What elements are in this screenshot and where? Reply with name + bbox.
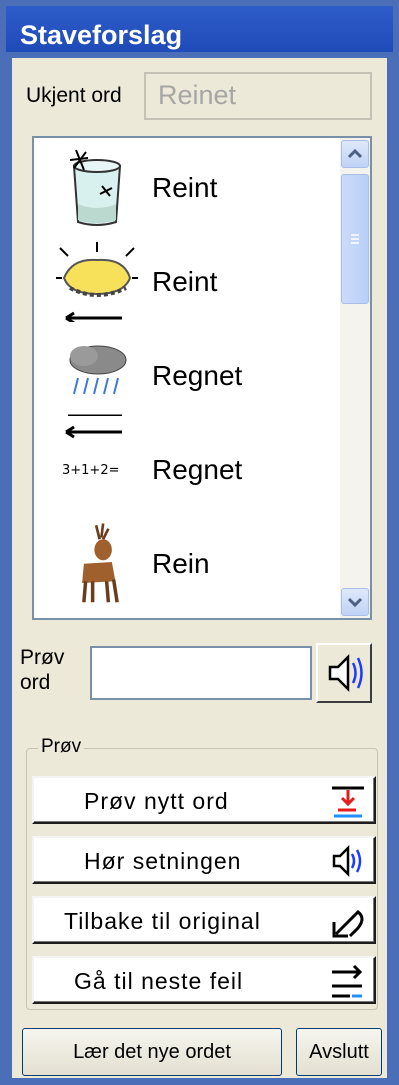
spelling-window: Staveforslag Ukjent ord Reinet Reint Rei… [0,0,399,1085]
button-label: Tilbake til original [64,908,261,934]
list-item[interactable]: 3+1+2= Regnet [34,420,338,514]
try-word-label-line2: ord [20,671,51,694]
unknown-word-label: Ukjent ord [26,84,122,107]
suggestion-word: Regnet [152,454,243,485]
learn-word-button[interactable]: Lær det nye ordet [22,1028,282,1076]
insert-word-icon [332,786,364,818]
speak-word-button[interactable] [316,643,372,703]
svg-text:3+1+2=: 3+1+2= [62,463,120,478]
list-item[interactable]: Reint [34,138,338,232]
speaker-icon [328,653,363,693]
unknown-word-field: Reinet [144,72,372,120]
list-item[interactable]: Rein [34,514,338,608]
window-title: Staveforslag [20,20,183,50]
try-new-word-button[interactable]: Prøv nytt ord [32,776,376,824]
back-to-original-button[interactable]: Tilbake til original [32,896,376,944]
try-word-input[interactable] [90,646,312,700]
grip-icon [351,234,359,244]
suggestion-word: Rein [152,548,210,579]
undo-arrow-icon [332,910,364,938]
scroll-up-button[interactable] [341,140,369,168]
try-group-title: Prøv [38,736,85,758]
clean-sparkle-icon [56,242,138,322]
glass-icon [69,149,122,226]
hear-sentence-button[interactable]: Hør setningen [32,836,376,884]
suggestion-word: Reint [152,266,218,297]
next-error-button[interactable]: Gå til neste feil [32,956,376,1004]
suggestion-list[interactable]: Reint Reint Regnet 3+1+2= Regnet Rein [32,136,372,620]
button-label: Prøv nytt ord [84,788,229,814]
button-label: Gå til neste feil [74,968,244,994]
rain-cloud-icon [68,345,127,416]
list-item[interactable]: Reint [34,232,338,326]
try-word-label-line1: Prøv [20,646,65,669]
speaker-icon [332,844,362,878]
math-calculation-icon: 3+1+2= [62,426,122,478]
button-label: Hør setningen [84,848,242,874]
next-error-icon [332,964,363,998]
vertical-scrollbar[interactable] [340,138,370,618]
suggestion-word: Reint [152,172,218,203]
scroll-down-button[interactable] [341,588,369,616]
chevron-up-icon [347,148,363,159]
reindeer-icon [82,523,119,603]
try-word-label: Prøv ord [20,645,80,695]
suggestion-word: Regnet [152,360,243,391]
list-item[interactable]: Regnet [34,326,338,420]
close-button[interactable]: Avslutt [296,1028,382,1076]
chevron-down-icon [347,597,363,608]
scrollbar-thumb[interactable] [341,174,369,304]
